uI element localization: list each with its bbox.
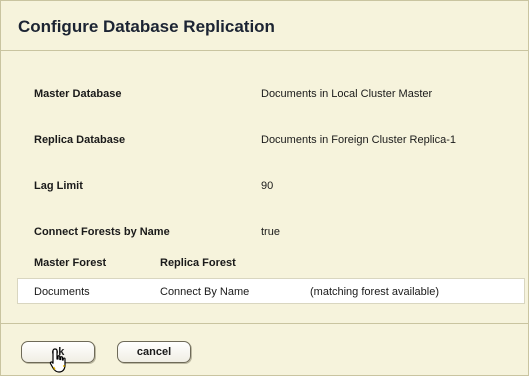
- replica-forest-header: Replica Forest: [160, 257, 236, 269]
- dialog-title: Configure Database Replication: [18, 17, 275, 36]
- footer-divider: [1, 323, 528, 324]
- connect-forests-label: Connect Forests by Name: [34, 226, 170, 238]
- dialog-header: Configure Database Replication: [1, 1, 528, 51]
- master-forest-header: Master Forest: [34, 257, 107, 269]
- lag-limit-label: Lag Limit: [34, 180, 83, 192]
- replica-database-label: Replica Database: [34, 134, 126, 146]
- forest-status-cell: (matching forest available): [310, 286, 440, 298]
- table-row: Documents Connect By Name (matching fore…: [17, 278, 525, 304]
- master-database-label: Master Database: [34, 88, 122, 100]
- master-forest-cell: Documents: [34, 286, 90, 298]
- master-database-value: Documents in Local Cluster Master: [261, 88, 433, 100]
- replica-forest-cell: Connect By Name: [160, 286, 250, 298]
- lag-limit-value: 90: [261, 180, 274, 192]
- hand-pointer-icon: [49, 348, 66, 373]
- replica-database-value: Documents in Foreign Cluster Replica-1: [261, 134, 457, 146]
- cancel-button[interactable]: cancel: [117, 341, 191, 363]
- connect-forests-value: true: [261, 226, 280, 238]
- replication-dialog: Configure Database Replication Master Da…: [0, 0, 529, 376]
